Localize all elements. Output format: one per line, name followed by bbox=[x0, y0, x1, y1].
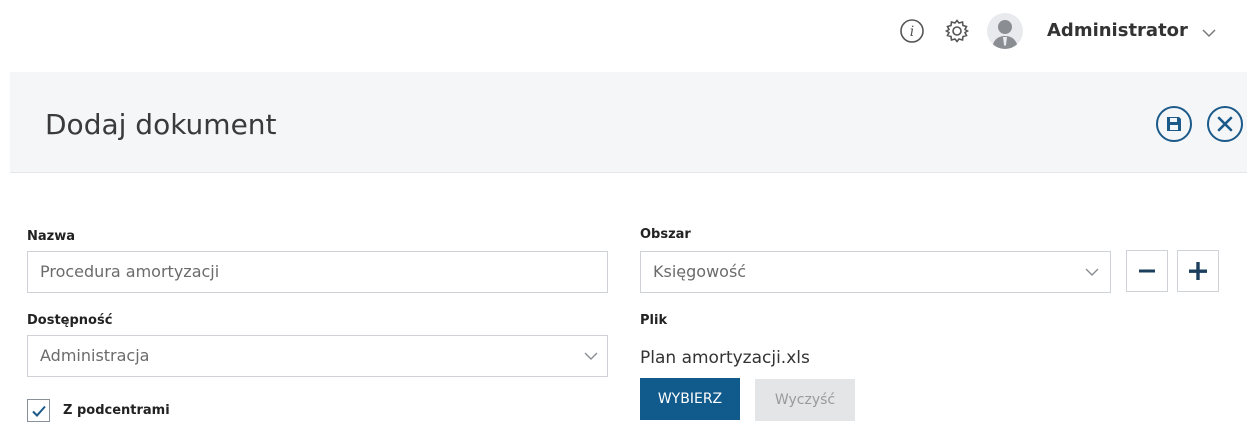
availability-select-value: Administracja bbox=[40, 346, 150, 365]
area-select[interactable]: Księgowość bbox=[640, 251, 1111, 293]
svg-text:i: i bbox=[910, 24, 914, 40]
name-field[interactable]: Procedura amortyzacji bbox=[27, 251, 608, 293]
area-select-value: Księgowość bbox=[653, 262, 747, 281]
checkmark-icon bbox=[31, 405, 46, 417]
remove-area-button[interactable] bbox=[1126, 250, 1168, 292]
area-label: Obszar bbox=[640, 227, 691, 242]
chevron-down-icon[interactable] bbox=[582, 347, 600, 365]
chevron-down-icon[interactable] bbox=[1083, 263, 1101, 281]
save-icon bbox=[1167, 117, 1181, 131]
user-name[interactable]: Administrator bbox=[1047, 20, 1188, 41]
chevron-down-icon[interactable] bbox=[1200, 24, 1218, 42]
save-button[interactable] bbox=[1156, 106, 1192, 142]
close-icon bbox=[1217, 116, 1233, 132]
avatar[interactable] bbox=[987, 13, 1023, 49]
subcenters-checkbox[interactable] bbox=[27, 399, 50, 422]
page-title: Dodaj dokument bbox=[45, 108, 277, 141]
plus-icon bbox=[1189, 262, 1207, 280]
name-label: Nazwa bbox=[27, 229, 76, 244]
file-name: Plan amortyzacji.xls bbox=[640, 348, 810, 368]
availability-label: Dostępność bbox=[27, 313, 113, 328]
gear-icon[interactable] bbox=[944, 18, 970, 44]
info-icon[interactable]: i bbox=[899, 18, 925, 44]
choose-file-button[interactable]: WYBIERZ bbox=[640, 378, 740, 420]
availability-select[interactable]: Administracja bbox=[27, 335, 608, 377]
file-label: Plik bbox=[640, 313, 668, 328]
minus-icon bbox=[1139, 269, 1155, 273]
subcenters-label[interactable]: Z podcentrami bbox=[63, 403, 170, 418]
clear-file-button: Wyczyść bbox=[755, 379, 855, 421]
top-bar: i Administrator bbox=[0, 0, 1247, 72]
close-button[interactable] bbox=[1207, 106, 1243, 142]
page-header: Dodaj dokument bbox=[10, 72, 1247, 173]
add-area-button[interactable] bbox=[1177, 250, 1219, 292]
